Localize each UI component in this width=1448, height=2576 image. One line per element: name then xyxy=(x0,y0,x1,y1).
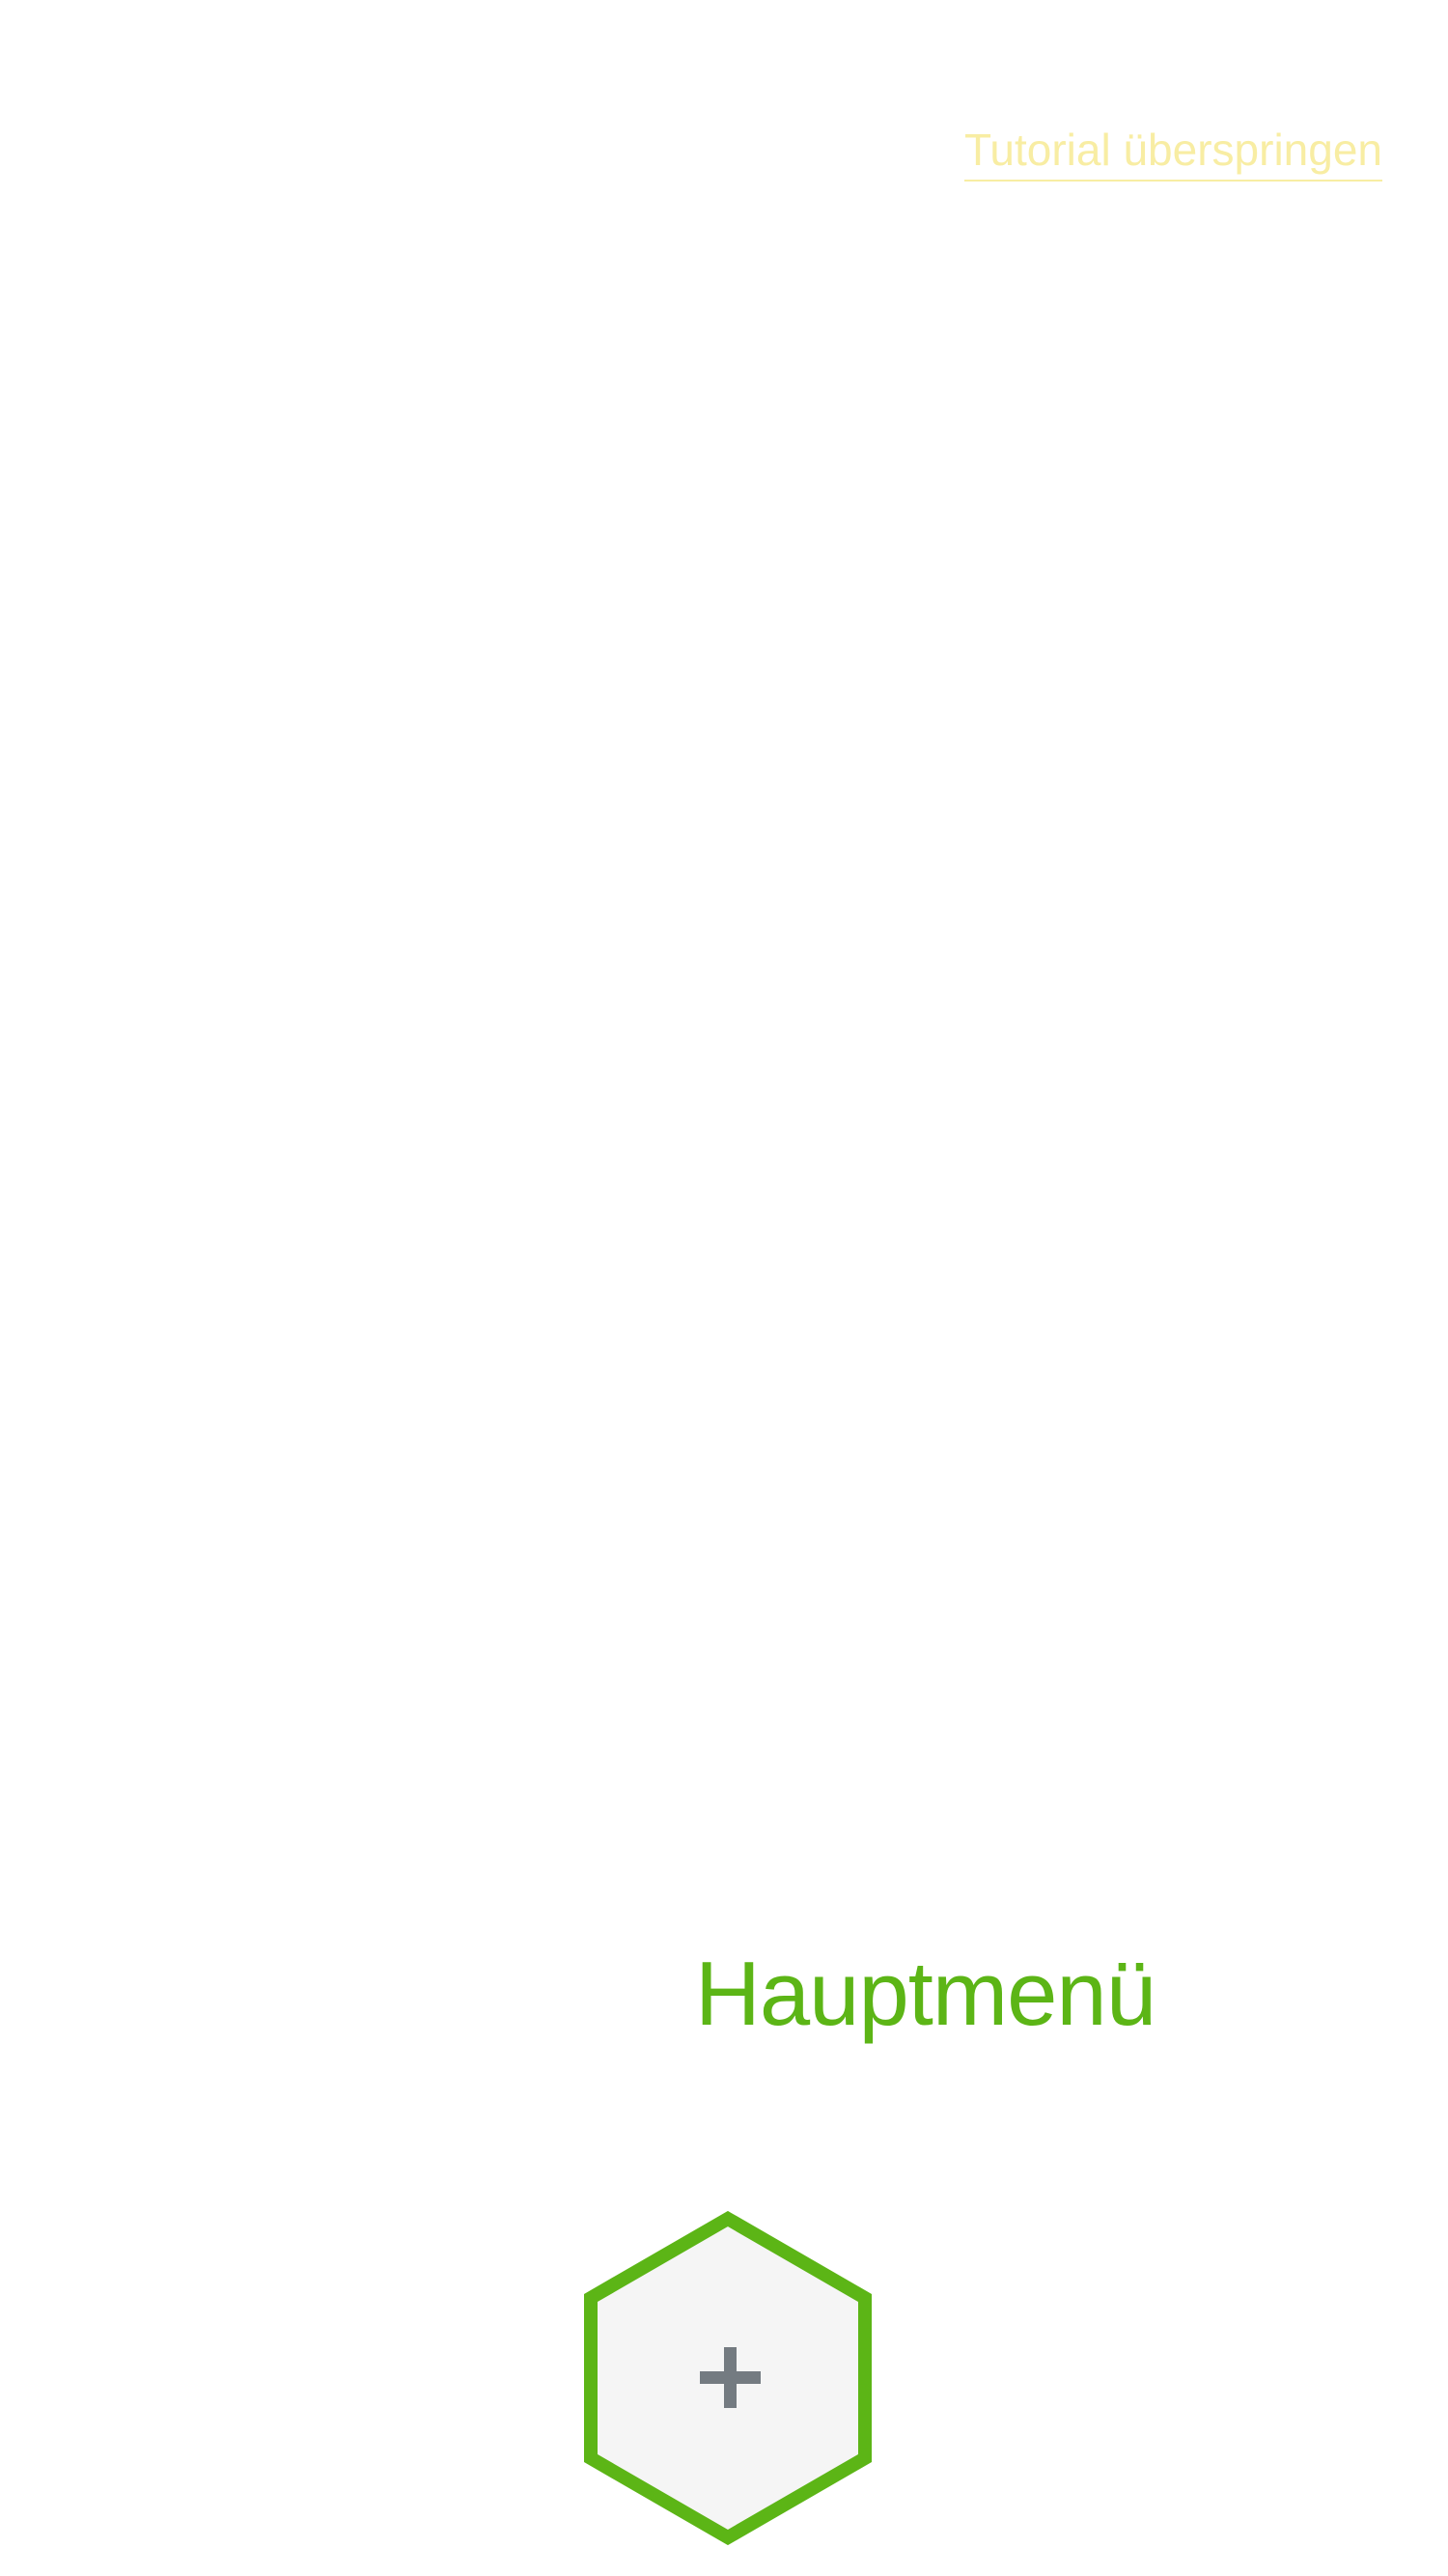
add-button[interactable] xyxy=(583,2211,873,2545)
tutorial-screen: Tutorial überspringen Hauptmenü xyxy=(0,0,1448,2576)
hexagon-shape xyxy=(584,2211,872,2545)
main-menu-label: Hauptmenü xyxy=(695,1943,1156,2044)
skip-tutorial-link[interactable]: Tutorial überspringen xyxy=(964,127,1382,182)
